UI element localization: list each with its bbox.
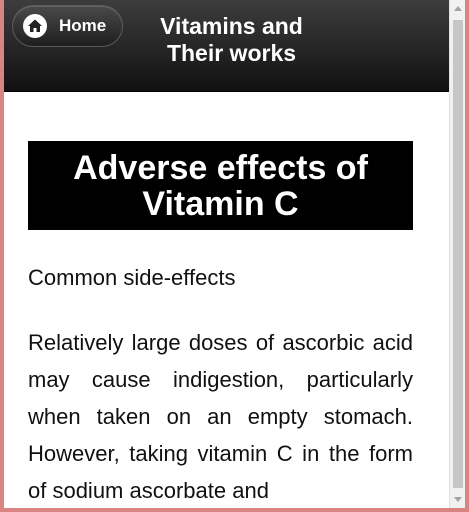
article-title-line1: Adverse effects of: [73, 149, 368, 187]
article-paragraph: Relatively large doses of ascorbic acid …: [28, 330, 413, 503]
home-button[interactable]: Home: [12, 5, 123, 47]
vertical-scrollbar[interactable]: [449, 0, 465, 508]
article-title-line2: Vitamin C: [142, 185, 299, 223]
article-content: Adverse effects of Vitamin C Common side…: [28, 141, 413, 508]
home-icon: [23, 14, 47, 38]
article-title-banner: Adverse effects of Vitamin C: [28, 141, 413, 230]
app-title-line1: Vitamins and: [160, 13, 303, 39]
scroll-up-arrow-icon[interactable]: [454, 6, 462, 11]
app-frame: Home Vitamins and Their works Adverse ef…: [4, 0, 465, 508]
home-button-label: Home: [59, 16, 107, 35]
app-title: Vitamins and Their works: [129, 13, 334, 67]
scroll-down-arrow-icon[interactable]: [454, 497, 462, 502]
scrollbar-thumb[interactable]: [453, 20, 463, 488]
app-title-line2: Their works: [166, 40, 297, 66]
section-subheading: Common side-effects: [28, 265, 236, 290]
app-header: Home Vitamins and Their works: [4, 0, 465, 92]
